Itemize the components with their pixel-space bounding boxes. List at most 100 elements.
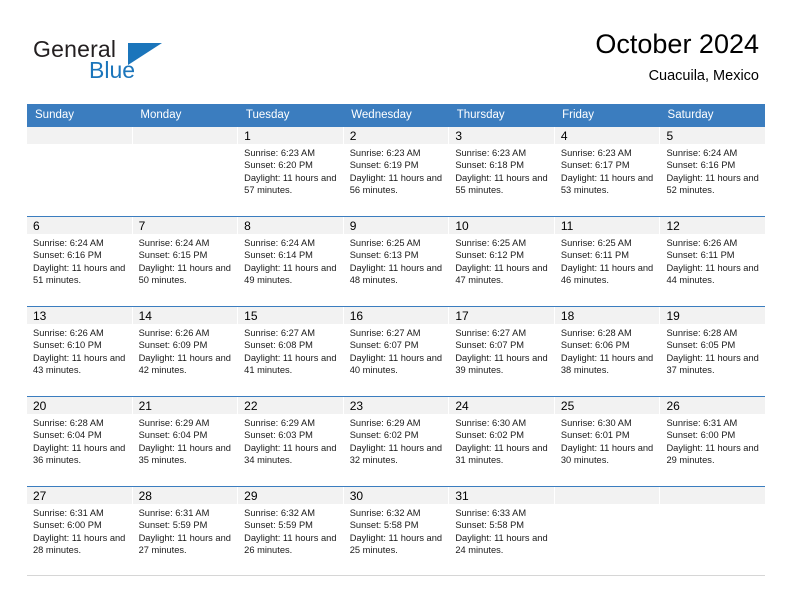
sunset-text: Sunset: 6:16 PM <box>666 160 736 171</box>
calendar-day-cell[interactable]: 30 Sunrise: 6:32 AM Sunset: 5:58 PM Dayligh… <box>343 487 450 575</box>
day-sun-info: Sunrise: 6:28 AM Sunset: 6:06 PM Daylight:… <box>555 324 660 376</box>
sunset-text: Sunset: 5:58 PM <box>455 520 525 531</box>
day-number-band: 18 <box>554 307 660 324</box>
calendar-page: General Blue October 2024 Cuacuila, Mexi… <box>0 0 792 612</box>
calendar-day-cell[interactable]: 22 Sunrise: 6:29 AM Sunset: 6:03 PM Dayligh… <box>238 397 344 486</box>
daylight-text: Daylight: 11 hours and 27 minutes. <box>138 532 231 555</box>
day-sun-info: Sunrise: 6:25 AM Sunset: 6:13 PM Daylight:… <box>344 234 449 286</box>
calendar-day-cell-empty <box>554 487 661 575</box>
daylight-text: Daylight: 11 hours and 31 minutes. <box>455 442 548 465</box>
sunset-text: Sunset: 6:04 PM <box>138 430 208 441</box>
day-sun-info: Sunrise: 6:31 AM Sunset: 6:00 PM Daylight:… <box>660 414 765 466</box>
daylight-text: Daylight: 11 hours and 43 minutes. <box>33 352 126 375</box>
calendar-day-cell[interactable]: 5 Sunrise: 6:24 AM Sunset: 6:16 PM Daylight… <box>660 127 766 216</box>
sunrise-text: Sunrise: 6:33 AM <box>455 508 527 518</box>
calendar-day-cell[interactable]: 23 Sunrise: 6:29 AM Sunset: 6:02 PM Dayligh… <box>343 397 450 486</box>
sunrise-text: Sunrise: 6:25 AM <box>349 238 421 248</box>
calendar-day-cell[interactable]: 29 Sunrise: 6:32 AM Sunset: 5:59 PM Dayligh… <box>238 487 344 575</box>
daylight-text: Daylight: 11 hours and 38 minutes. <box>560 352 654 375</box>
day-number-band: 4 <box>554 127 660 144</box>
calendar-week-row: 6 Sunrise: 6:24 AM Sunset: 6:16 PM Daylight… <box>27 216 766 306</box>
calendar-day-cell[interactable]: 10 Sunrise: 6:25 AM Sunset: 6:12 PM Dayligh… <box>449 217 555 306</box>
day-number-band: 14 <box>132 307 238 324</box>
generalblue-logo[interactable]: General Blue <box>33 36 213 86</box>
calendar-day-cell[interactable]: 26 Sunrise: 6:31 AM Sunset: 6:00 PM Dayligh… <box>660 397 766 486</box>
calendar-day-cell[interactable]: 24 Sunrise: 6:30 AM Sunset: 6:02 PM Dayligh… <box>449 397 555 486</box>
calendar-day-cell[interactable]: 9 Sunrise: 6:25 AM Sunset: 6:13 PM Daylight… <box>343 217 450 306</box>
calendar-day-cell[interactable]: 31 Sunrise: 6:33 AM Sunset: 5:58 PM Dayligh… <box>449 487 555 575</box>
calendar-day-cell[interactable]: 7 Sunrise: 6:24 AM Sunset: 6:15 PM Daylight… <box>132 217 239 306</box>
sunrise-text: Sunrise: 6:27 AM <box>244 328 315 338</box>
day-number: 3 <box>455 129 462 143</box>
calendar-day-cell[interactable]: 20 Sunrise: 6:28 AM Sunset: 6:04 PM Dayligh… <box>27 397 133 486</box>
daylight-text: Daylight: 11 hours and 29 minutes. <box>666 442 759 465</box>
calendar-day-cell[interactable]: 25 Sunrise: 6:30 AM Sunset: 6:01 PM Dayligh… <box>554 397 661 486</box>
calendar-day-cell[interactable]: 13 Sunrise: 6:26 AM Sunset: 6:10 PM Dayligh… <box>27 307 133 396</box>
day-number: 4 <box>560 129 568 143</box>
calendar-week-row: 13 Sunrise: 6:26 AM Sunset: 6:10 PM Dayligh… <box>27 306 766 396</box>
day-sun-info: Sunrise: 6:23 AM Sunset: 6:17 PM Daylight:… <box>555 144 660 196</box>
sunrise-text: Sunrise: 6:24 AM <box>666 148 738 158</box>
day-number: 25 <box>560 399 575 413</box>
calendar-day-cell[interactable]: 18 Sunrise: 6:28 AM Sunset: 6:06 PM Dayligh… <box>554 307 661 396</box>
calendar-day-cell[interactable]: 19 Sunrise: 6:28 AM Sunset: 6:05 PM Dayligh… <box>660 307 766 396</box>
weekday-header-thursday: Thursday <box>456 109 505 121</box>
calendar-day-cell[interactable]: 16 Sunrise: 6:27 AM Sunset: 6:07 PM Dayligh… <box>343 307 450 396</box>
day-sun-info: Sunrise: 6:28 AM Sunset: 6:05 PM Daylight:… <box>660 324 765 376</box>
calendar-day-cell[interactable]: 4 Sunrise: 6:23 AM Sunset: 6:17 PM Daylight… <box>554 127 661 216</box>
title-block: October 2024 Cuacuila, Mexico <box>595 28 759 85</box>
day-number-band: 29 <box>238 487 343 504</box>
day-sun-info: Sunrise: 6:23 AM Sunset: 6:19 PM Daylight:… <box>344 144 449 196</box>
sunset-text: Sunset: 6:14 PM <box>244 250 313 261</box>
calendar-day-cell[interactable]: 28 Sunrise: 6:31 AM Sunset: 5:59 PM Dayligh… <box>132 487 239 575</box>
day-sun-info: Sunrise: 6:23 AM Sunset: 6:18 PM Daylight:… <box>449 144 554 196</box>
sunset-text: Sunset: 6:07 PM <box>455 340 525 351</box>
daylight-text: Daylight: 11 hours and 51 minutes. <box>33 262 126 285</box>
day-number-band <box>132 127 238 144</box>
day-number-band: 15 <box>238 307 343 324</box>
daylight-text: Daylight: 11 hours and 50 minutes. <box>138 262 231 285</box>
day-sun-info: Sunrise: 6:24 AM Sunset: 6:14 PM Daylight:… <box>238 234 343 286</box>
day-sun-info: Sunrise: 6:32 AM Sunset: 5:59 PM Daylight:… <box>238 504 343 556</box>
sunset-text: Sunset: 6:00 PM <box>666 430 736 441</box>
day-sun-info: Sunrise: 6:26 AM Sunset: 6:09 PM Daylight:… <box>133 324 238 376</box>
calendar-day-cell[interactable]: 21 Sunrise: 6:29 AM Sunset: 6:04 PM Dayligh… <box>132 397 239 486</box>
weekday-header-monday: Monday <box>140 109 182 121</box>
calendar-day-cell[interactable]: 11 Sunrise: 6:25 AM Sunset: 6:11 PM Dayligh… <box>554 217 661 306</box>
calendar-day-cell[interactable]: 17 Sunrise: 6:27 AM Sunset: 6:07 PM Dayligh… <box>449 307 555 396</box>
day-number: 18 <box>560 309 575 323</box>
calendar-day-cell[interactable]: 6 Sunrise: 6:24 AM Sunset: 6:16 PM Daylight… <box>27 217 133 306</box>
calendar-day-cell[interactable]: 2 Sunrise: 6:23 AM Sunset: 6:19 PM Daylight… <box>343 127 450 216</box>
calendar-day-cell[interactable]: 3 Sunrise: 6:23 AM Sunset: 6:18 PM Daylight… <box>449 127 555 216</box>
sunrise-text: Sunrise: 6:29 AM <box>244 418 315 428</box>
calendar-day-cell[interactable]: 8 Sunrise: 6:24 AM Sunset: 6:14 PM Daylight… <box>238 217 344 306</box>
day-number: 5 <box>666 129 674 143</box>
sunset-text: Sunset: 6:13 PM <box>349 250 419 261</box>
calendar-day-cell[interactable]: 12 Sunrise: 6:26 AM Sunset: 6:11 PM Dayligh… <box>660 217 766 306</box>
calendar-week-row: 20 Sunrise: 6:28 AM Sunset: 6:04 PM Dayligh… <box>27 396 766 486</box>
sunset-text: Sunset: 6:10 PM <box>33 340 102 351</box>
day-number-band: 8 <box>238 217 343 234</box>
day-number: 20 <box>33 399 47 413</box>
calendar-day-cell[interactable]: 14 Sunrise: 6:26 AM Sunset: 6:09 PM Dayligh… <box>132 307 239 396</box>
daylight-text: Daylight: 11 hours and 26 minutes. <box>244 532 337 555</box>
sunset-text: Sunset: 6:06 PM <box>560 340 630 351</box>
day-number: 7 <box>138 219 146 233</box>
day-number-band: 11 <box>554 217 660 234</box>
day-sun-info: Sunrise: 6:32 AM Sunset: 5:58 PM Daylight:… <box>344 504 449 556</box>
day-number-band: 22 <box>238 397 343 414</box>
daylight-text: Daylight: 11 hours and 47 minutes. <box>455 262 548 285</box>
calendar-day-cell[interactable]: 27 Sunrise: 6:31 AM Sunset: 6:00 PM Dayligh… <box>27 487 133 575</box>
calendar-day-cell[interactable]: 1 Sunrise: 6:23 AM Sunset: 6:20 PM Daylight… <box>238 127 344 216</box>
sunrise-text: Sunrise: 6:23 AM <box>349 148 421 158</box>
sunrise-text: Sunrise: 6:24 AM <box>244 238 315 248</box>
sunrise-text: Sunrise: 6:29 AM <box>349 418 421 428</box>
day-number-band: 1 <box>238 127 343 144</box>
sunrise-text: Sunrise: 6:23 AM <box>244 148 315 158</box>
sunset-text: Sunset: 6:16 PM <box>33 250 102 261</box>
day-number-band: 16 <box>343 307 449 324</box>
day-number: 8 <box>244 219 251 233</box>
sunrise-text: Sunrise: 6:30 AM <box>560 418 632 428</box>
calendar-day-cell[interactable]: 15 Sunrise: 6:27 AM Sunset: 6:08 PM Dayligh… <box>238 307 344 396</box>
calendar-day-cell-empty <box>660 487 766 575</box>
